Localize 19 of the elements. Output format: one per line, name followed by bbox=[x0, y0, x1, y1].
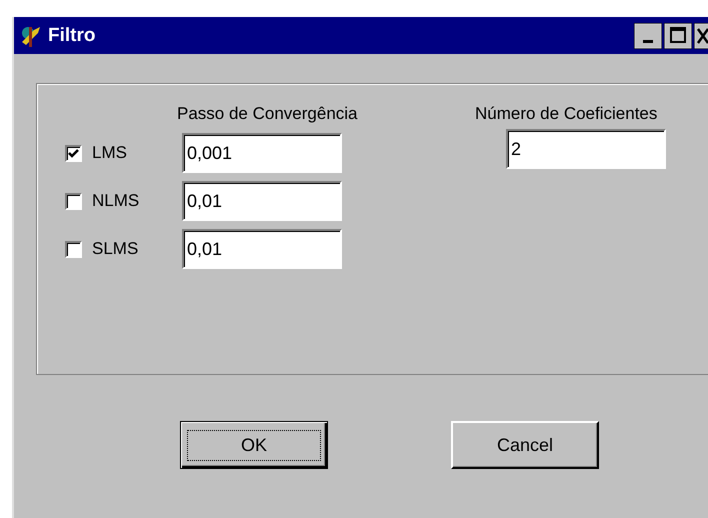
step-field[interactable]: 0,001 bbox=[182, 133, 342, 173]
checkbox[interactable] bbox=[65, 192, 82, 210]
column-heading: Número de Coeficientes bbox=[475, 104, 658, 124]
maximize-icon[interactable] bbox=[664, 22, 692, 48]
cancel-button[interactable]: Cancel bbox=[451, 421, 599, 469]
step-field[interactable]: 0,01 bbox=[182, 229, 342, 269]
close-icon[interactable] bbox=[694, 22, 708, 48]
checkbox-label: SLMS bbox=[92, 239, 140, 259]
minimize-icon[interactable] bbox=[634, 22, 662, 48]
ok-button[interactable]: OK bbox=[180, 421, 328, 469]
checkmark-icon bbox=[68, 148, 79, 158]
checkbox[interactable] bbox=[65, 144, 82, 162]
checkbox[interactable] bbox=[65, 240, 82, 258]
column-heading: Passo de Convergência bbox=[177, 104, 359, 124]
checkbox-label: NLMS bbox=[92, 191, 140, 211]
step-field[interactable]: 0,01 bbox=[182, 181, 342, 221]
checkbox-label: LMS bbox=[92, 143, 128, 163]
coefficients-field[interactable]: 2 bbox=[506, 129, 666, 169]
window-title: Filtro bbox=[48, 24, 96, 46]
